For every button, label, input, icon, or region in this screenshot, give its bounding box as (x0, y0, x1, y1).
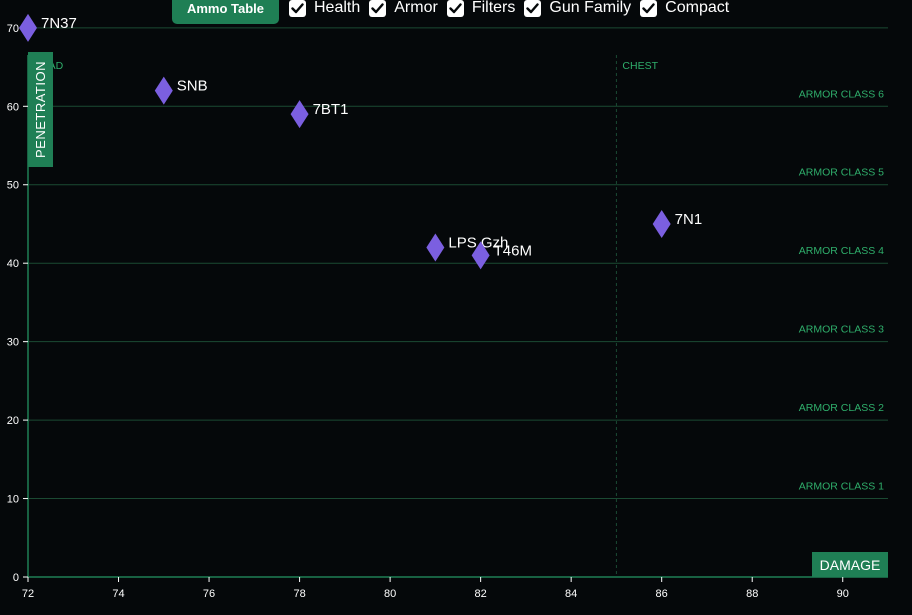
x-tick-label: 84 (565, 588, 577, 600)
scatter-chart: ARMOR CLASS 1 ARMOR CLASS 2 ARMOR CLASS 3 A… (7, 13, 888, 600)
data-point-diamond (652, 209, 671, 238)
checkbox-filters[interactable]: Filters (446, 0, 516, 17)
checkbox-label-health: Health (314, 0, 361, 16)
x-tick-label: 72 (22, 588, 34, 600)
checkbox-label-armor: Armor (394, 0, 438, 16)
data-point-diamond (19, 13, 37, 42)
data-point-label: T46M (494, 242, 532, 259)
checkbox-checked-icon[interactable] (640, 0, 658, 17)
toolbar: Ammo Table Health Armor Filters Gun Fami… (172, 0, 738, 24)
data-point-label: SNB (177, 78, 208, 95)
ammo-table-button[interactable]: Ammo Table (172, 0, 279, 24)
checkbox-armor[interactable]: Armor (369, 0, 438, 17)
y-tick-label: 30 (7, 337, 19, 349)
y-tick-label: 20 (7, 415, 19, 427)
y-tick-label: 10 (7, 494, 19, 506)
armor-class-label: ARMOR CLASS 4 (799, 245, 884, 257)
y-axis-label: PENETRATION (33, 61, 48, 158)
armor-class-label: ARMOR CLASS 6 (799, 88, 884, 100)
y-axis-label-wrapper: PENETRATION (28, 52, 53, 167)
checkbox-checked-icon[interactable] (446, 0, 464, 17)
armor-class-label: ARMOR CLASS 1 (799, 481, 884, 493)
x-axis-label: DAMAGE (812, 552, 888, 577)
checkbox-compact[interactable]: Compact (640, 0, 729, 17)
y-tick-label: 60 (7, 101, 19, 113)
checkbox-label-compact: Compact (665, 0, 730, 16)
data-point-label: 7BT1 (313, 101, 349, 118)
data-point-diamond (426, 233, 445, 262)
health-zone-label: CHEST (622, 60, 658, 72)
axis-layer: 0 10 20 30 40 50 60 70 72 74 76 78 80 82 84 86 88 90 (7, 23, 888, 600)
checkbox-checked-icon[interactable] (289, 0, 306, 17)
points-layer: 7N37SNB7BT1LPS GzhT46M7N1 (19, 13, 703, 270)
x-tick-label: 86 (656, 588, 668, 600)
y-tick-label: 40 (7, 258, 19, 270)
checkbox-health[interactable]: Health (289, 0, 360, 17)
y-tick-label: 50 (7, 180, 19, 192)
y-tick-label: 70 (7, 23, 19, 35)
checkbox-label-gun-family: Gun Family (549, 0, 632, 16)
x-tick-label: 80 (384, 588, 396, 600)
armor-class-label: ARMOR CLASS 3 (799, 324, 884, 336)
x-tick-label: 82 (475, 588, 487, 600)
data-point-diamond (154, 76, 173, 105)
x-tick-label: 88 (746, 588, 758, 600)
x-tick-label: 78 (293, 588, 305, 600)
grid-layer (28, 27, 888, 500)
data-point-diamond (290, 100, 309, 129)
x-tick-label: 74 (112, 588, 124, 600)
checkbox-gun-family[interactable]: Gun Family (524, 0, 631, 17)
checkbox-checked-icon[interactable] (524, 0, 542, 17)
x-tick-label: 90 (837, 588, 849, 600)
ammo-chart-app: ARMOR CLASS 1 ARMOR CLASS 2 ARMOR CLASS 3 A… (0, 0, 912, 615)
x-tick-label: 76 (203, 588, 215, 600)
armor-class-label: ARMOR CLASS 2 (799, 402, 884, 414)
data-point-label: 7N37 (41, 15, 77, 32)
checkbox-checked-icon[interactable] (369, 0, 387, 17)
y-tick-label: 0 (13, 572, 19, 584)
data-point-label: 7N1 (675, 211, 703, 228)
checkbox-label-filters: Filters (471, 0, 516, 16)
armor-class-label: ARMOR CLASS 5 (799, 167, 884, 179)
